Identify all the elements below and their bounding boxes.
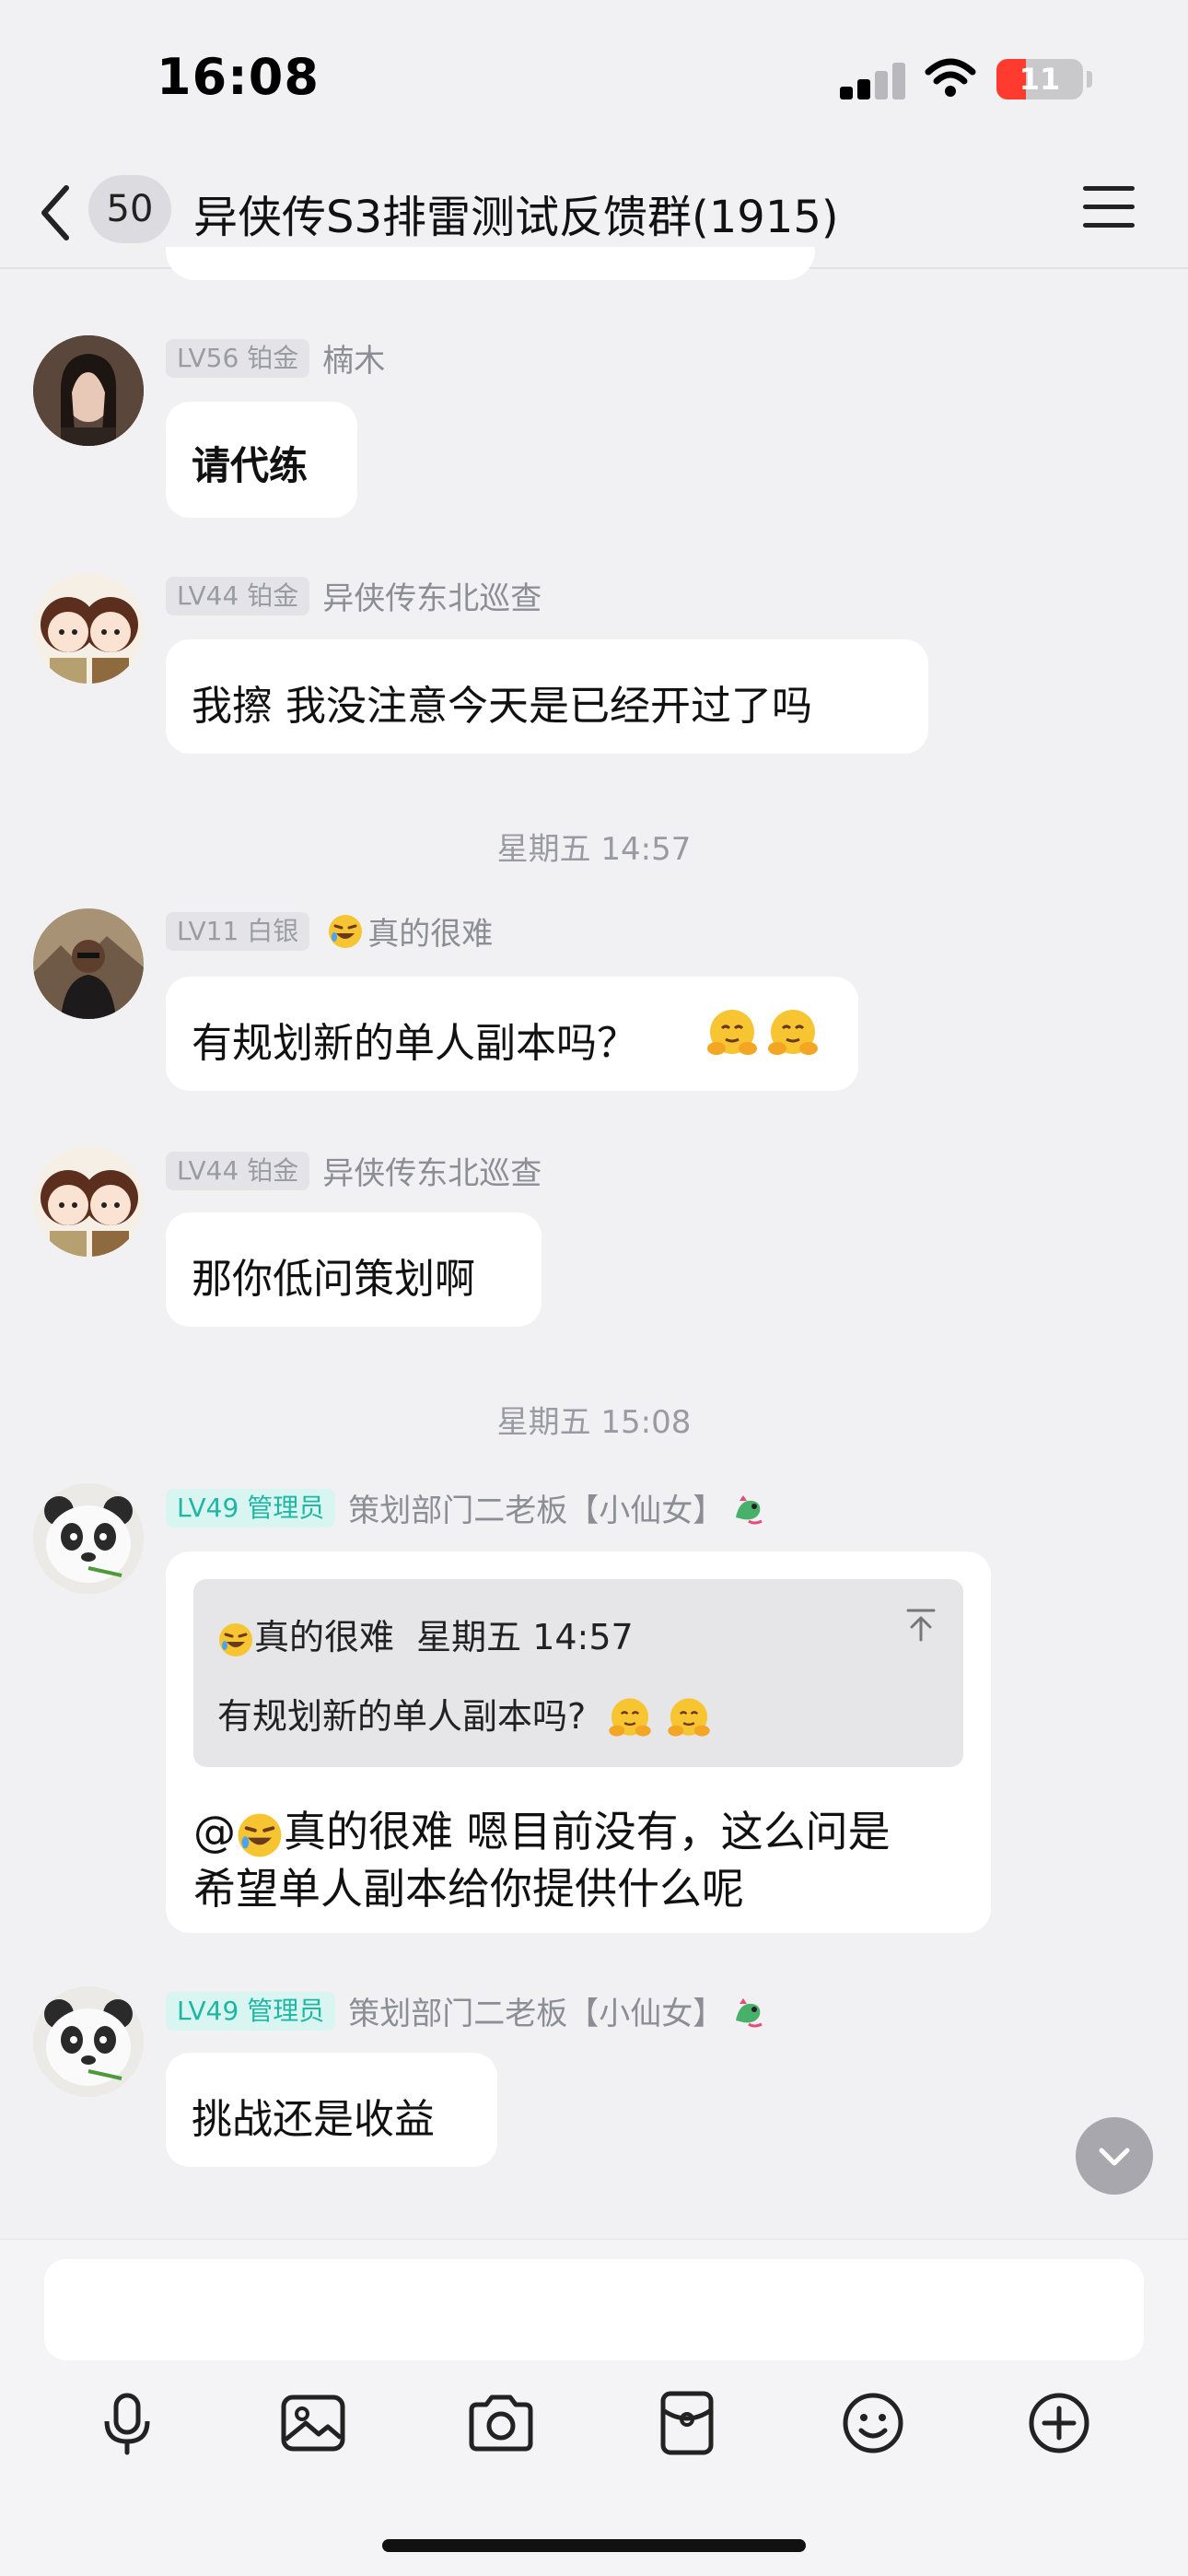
emoji-icon[interactable] [836, 2386, 910, 2460]
battery-icon: 11 [996, 59, 1083, 100]
admin-badge: LV49 管理员 [166, 1488, 336, 1528]
unread-count-badge[interactable]: 50 [88, 175, 171, 243]
sender-name[interactable]: 策划部门二老板【小仙女】 [348, 1988, 724, 2033]
message-text: 我擦 我没注意今天是已经开过了吗 [192, 683, 812, 730]
reply-line-1: @ 真的很难 嗯目前没有，这么问是 [193, 1798, 891, 1859]
quote-time: 星期五 14:57 [416, 1617, 634, 1657]
jump-to-quote-icon[interactable] [903, 1607, 939, 1644]
timestamp-divider: 星期五 14:57 [496, 831, 692, 868]
panda-avatar [33, 1483, 144, 1594]
message-text: 那你低问策划啊 [192, 1256, 475, 1303]
rofl-emoji-icon [238, 1813, 282, 1856]
avatar[interactable] [33, 1146, 144, 1257]
message-text: 请代练 [192, 443, 309, 488]
sender-name[interactable]: 楠木 [322, 335, 385, 381]
panda-avatar [33, 1986, 144, 2097]
cellular-signal-icon [840, 63, 906, 100]
cartoon-couple-avatar [33, 1146, 144, 1257]
man-photo-avatar [33, 908, 144, 1019]
sender-name[interactable]: 异侠传东北巡查 [322, 1148, 542, 1193]
avatar[interactable] [33, 573, 144, 684]
mention-at: @ [193, 1807, 236, 1856]
avatar[interactable] [33, 1986, 144, 2097]
status-time: 16:08 [157, 48, 320, 106]
camera-icon[interactable] [464, 2386, 538, 2460]
cartoon-couple-avatar [33, 573, 144, 684]
message-meta: LV11 白银 真的很难 [166, 908, 493, 953]
status-bar: 16:08 11 [0, 0, 1188, 157]
message-bubble[interactable]: 有规划新的单人副本吗？ [166, 977, 858, 1091]
hug-emoji-icon [668, 1697, 711, 1736]
sender-name[interactable]: 异侠传东北巡查 [322, 573, 542, 618]
menu-button[interactable] [1083, 186, 1135, 228]
quoted-message[interactable]: 真的很难 星期五 14:57 有规划新的单人副本吗? [193, 1579, 963, 1767]
hug-emoji-icon [768, 1010, 818, 1055]
quote-author: 真的很难 [254, 1617, 395, 1657]
rofl-emoji-icon [329, 914, 363, 948]
hug-emoji-icon [609, 1697, 651, 1736]
message-bubble[interactable]: 那你低问策划啊 [166, 1212, 542, 1327]
mention-name[interactable]: 真的很难 [284, 1807, 453, 1856]
dragon-emoji-icon [736, 1494, 763, 1524]
message-bubble[interactable]: 我擦 我没注意今天是已经开过了吗 [166, 639, 928, 754]
message-input[interactable] [44, 2259, 1144, 2360]
wifi-icon [925, 58, 976, 97]
dragon-emoji-icon [736, 1997, 763, 2027]
image-icon[interactable] [276, 2386, 350, 2460]
reply-text-part: 嗯目前没有，这么问是 [453, 1807, 891, 1856]
sender-name[interactable]: 真的很难 [367, 908, 493, 954]
message-meta: LV49 管理员 策划部门二老板【小仙女】 [166, 1485, 767, 1529]
sender-name[interactable]: 策划部门二老板【小仙女】 [348, 1485, 724, 1530]
avatar[interactable] [33, 1483, 144, 1594]
hug-emoji-icon [707, 1010, 757, 1055]
microphone-icon[interactable] [90, 2386, 164, 2460]
level-badge: LV44 铂金 [166, 1151, 310, 1190]
message-meta: LV44 铂金 异侠传东北巡查 [166, 1148, 542, 1192]
previous-message-bubble [166, 247, 815, 280]
level-badge: LV11 白银 [166, 911, 310, 951]
message-bubble[interactable]: 请代练 [166, 402, 357, 518]
back-button[interactable] [33, 181, 81, 245]
home-indicator[interactable] [382, 2539, 806, 2552]
message-meta: LV56 铂金 楠木 [166, 335, 385, 380]
scroll-to-bottom-button[interactable] [1076, 2117, 1153, 2195]
plus-icon[interactable] [1022, 2386, 1096, 2460]
quote-text-row: 有规划新的单人副本吗? [217, 1688, 713, 1743]
quote-header: 真的很难 星期五 14:57 [217, 1609, 634, 1659]
chevron-down-icon [1099, 2148, 1130, 2166]
avatar[interactable] [33, 908, 144, 1019]
quote-text: 有规划新的单人副本吗? [217, 1696, 587, 1737]
message-meta: LV44 铂金 异侠传东北巡查 [166, 573, 542, 617]
avatar[interactable] [33, 335, 144, 446]
reply-line-2: 希望单人副本给你提供什么呢 [193, 1864, 744, 1914]
battery-cap [1087, 71, 1092, 88]
admin-badge: LV49 管理员 [166, 1991, 336, 2031]
battery-level: 11 [1019, 62, 1061, 97]
timestamp-divider: 星期五 15:08 [496, 1404, 692, 1441]
message-text: 有规划新的单人副本吗？ [192, 1020, 637, 1067]
rofl-emoji-icon [219, 1622, 252, 1657]
level-badge: LV56 铂金 [166, 338, 310, 378]
message-text: 挑战还是收益 [192, 2096, 435, 2143]
level-badge: LV44 铂金 [166, 576, 310, 615]
message-bubble[interactable]: 挑战还是收益 [166, 2053, 497, 2167]
chat-title[interactable]: 异侠传S3排雷测试反馈群(1915) [193, 181, 839, 245]
red-packet-icon[interactable] [650, 2386, 724, 2460]
girl-photo-avatar [33, 335, 144, 446]
message-meta: LV49 管理员 策划部门二老板【小仙女】 [166, 1988, 767, 2032]
